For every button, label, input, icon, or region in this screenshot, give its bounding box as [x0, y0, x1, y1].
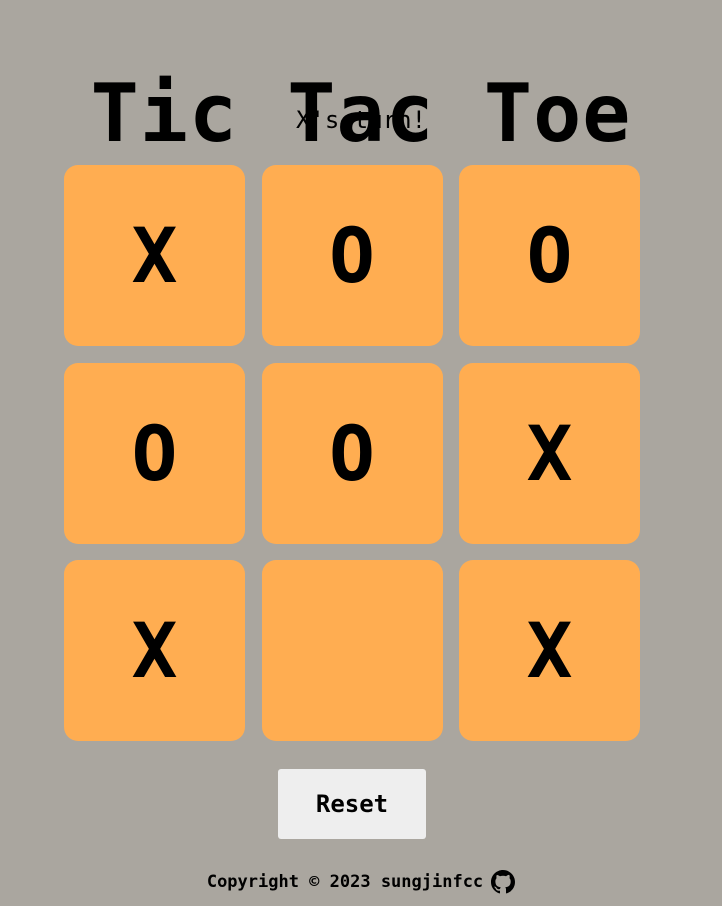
board-cell[interactable]: O: [64, 362, 245, 544]
board-cell[interactable]: O: [261, 165, 443, 346]
board-cell[interactable]: X: [64, 165, 245, 346]
board-cell[interactable]: O: [459, 165, 640, 346]
turn-status: X's turn!: [295, 106, 427, 134]
board-cell[interactable]: [261, 560, 443, 741]
github-icon: [491, 870, 516, 894]
game-board: X O O O O X X X: [64, 165, 640, 741]
board-cell[interactable]: X: [64, 560, 245, 741]
copyright-text: Copyright © 2023 sungjinfcc: [206, 872, 484, 892]
github-link[interactable]: [491, 870, 516, 894]
board-cell[interactable]: X: [459, 362, 640, 544]
reset-button[interactable]: Reset: [278, 769, 426, 839]
footer: Copyright © 2023 sungjinfcc: [0, 868, 722, 896]
board-cell[interactable]: O: [261, 362, 443, 544]
board-cell[interactable]: X: [459, 560, 640, 741]
